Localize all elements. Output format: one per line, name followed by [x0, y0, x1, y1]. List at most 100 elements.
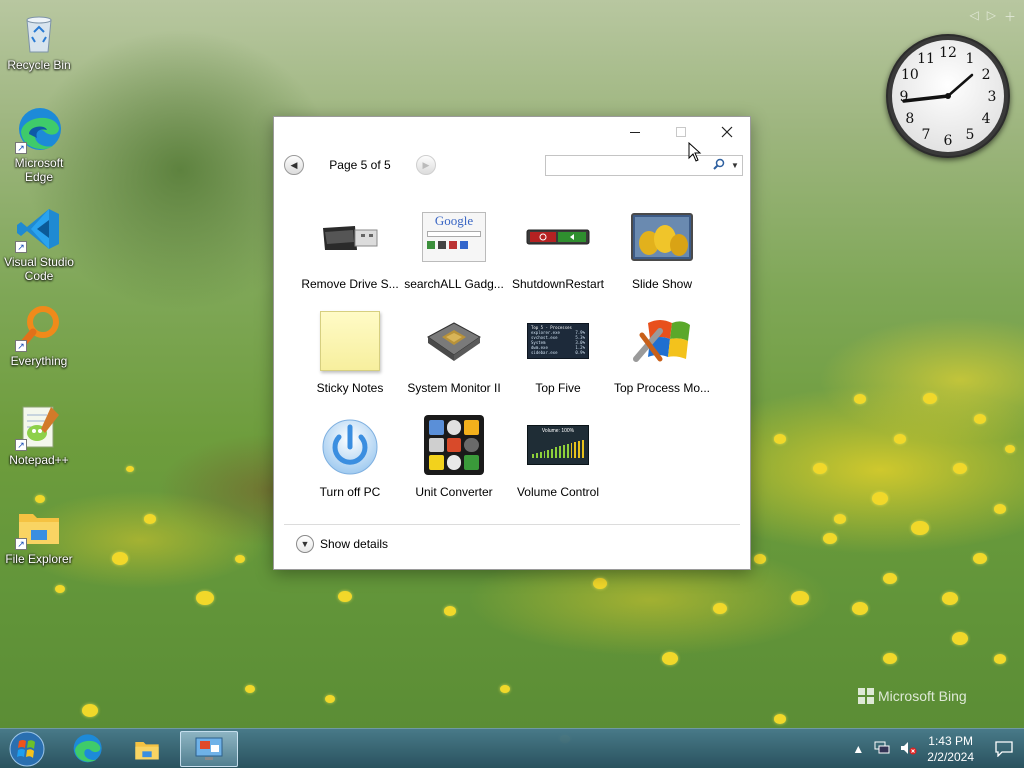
file-explorer-icon: ↗	[15, 502, 63, 550]
sidebar-controls: ◁ ▷ ＋	[970, 8, 1016, 25]
page-indicator: Page 5 of 5	[329, 158, 391, 172]
volume-level-bar	[535, 452, 538, 458]
page-navigator: ◀ Page 5 of 5 ▶	[284, 155, 436, 175]
gadget-search-box: ▼	[545, 155, 743, 176]
volume-level-bar	[532, 454, 534, 458]
taskbar-clock[interactable]: 1:43 PM 2/2/2024	[927, 733, 974, 765]
gadget-item-unit-converter[interactable]: Unit Converter	[402, 413, 506, 517]
taskbar-file-explorer-button[interactable]	[122, 731, 172, 767]
gadget-item-remove-drive[interactable]: Remove Drive S...	[298, 205, 402, 309]
show-hidden-icons-icon[interactable]: ▲	[852, 742, 864, 756]
gadget-gallery-window: ◀ Page 5 of 5 ▶ ▼ Remove Drive S... Goog…	[273, 116, 751, 570]
edge-icon: ↗	[15, 106, 63, 154]
clock-number: 12	[939, 45, 957, 61]
process-monitor-icon	[628, 309, 696, 373]
gadget-label: searchALL Gadg...	[404, 277, 504, 291]
desktop-icon-file-explorer[interactable]: ↗ File Explorer	[0, 502, 78, 566]
gadget-item-sticky-notes[interactable]: Sticky Notes	[298, 309, 402, 413]
gadget-item-shutdownrestart[interactable]: ShutdownRestart	[506, 205, 610, 309]
wallpaper-flower	[952, 632, 968, 645]
recycle-bin-icon	[15, 8, 63, 56]
taskbar-date: 2/2/2024	[927, 750, 974, 764]
desktop-icon-everything[interactable]: ↗ Everything	[0, 304, 78, 368]
notification-icon	[995, 741, 1013, 757]
google-thumb-text: Google	[434, 213, 474, 228]
gadget-label: Unit Converter	[415, 485, 493, 499]
sidebar-add-icon[interactable]: ＋	[1004, 8, 1016, 25]
bing-watermark-text: Microsoft Bing	[878, 688, 967, 704]
gadget-label: System Monitor II	[407, 381, 501, 395]
taskbar-time: 1:43 PM	[928, 734, 973, 748]
volume-level-bar	[570, 443, 573, 458]
wallpaper-flower	[444, 606, 456, 616]
top-five-row: sidebar.exe 0.9%	[531, 350, 585, 355]
show-details-toggle[interactable]: ▼ Show details	[296, 535, 388, 553]
search-icon[interactable]	[710, 158, 728, 173]
unit-converter-icon	[420, 413, 488, 477]
volume-level-bar	[543, 450, 546, 458]
wallpaper-flower	[1005, 445, 1015, 453]
start-button[interactable]	[2, 731, 52, 767]
search-dropdown-icon[interactable]: ▼	[728, 161, 742, 170]
shortcut-arrow-icon: ↗	[15, 241, 27, 253]
wallpaper-flower	[854, 394, 866, 404]
top-five-icon: Top 5 - Processes explorer.exe 7.9% svchos…	[524, 309, 592, 373]
desktop-icon-notepadpp[interactable]: ↗ Notepad++	[0, 403, 78, 467]
taskbar-edge-button[interactable]	[62, 731, 112, 767]
wallpaper-flower	[55, 585, 65, 593]
desktop-icon-label: Recycle Bin	[7, 58, 71, 72]
taskbar-gadgets-button[interactable]	[180, 731, 238, 767]
network-icon[interactable]	[874, 741, 890, 758]
wallpaper-flower	[994, 654, 1006, 664]
gadget-item-slide-show[interactable]: Slide Show	[610, 205, 714, 309]
minimize-icon	[630, 132, 640, 133]
previous-page-button[interactable]: ◀	[284, 155, 304, 175]
volume-level-bar	[551, 448, 554, 458]
wallpaper-flower	[774, 714, 786, 724]
close-button[interactable]	[704, 117, 750, 147]
shortcut-arrow-icon: ↗	[15, 538, 27, 550]
gadget-label: Slide Show	[631, 277, 693, 291]
volume-control-icon: Volume: 100%	[524, 413, 592, 477]
volume-level-bar	[574, 441, 577, 458]
minimize-button[interactable]	[612, 117, 658, 147]
volume-level-bar	[562, 445, 565, 458]
wallpaper-flower	[774, 434, 786, 444]
desktop-icon-label: Visual Studio Code	[4, 255, 74, 283]
shortcut-arrow-icon: ↗	[15, 142, 27, 154]
wallpaper-flower	[834, 514, 846, 524]
clock-number: 10	[901, 67, 919, 83]
desktop-icon-edge[interactable]: ↗ Microsoft Edge	[0, 106, 78, 184]
desktop-icon-vscode[interactable]: ↗ Visual Studio Code	[0, 205, 78, 283]
gadget-grid: Remove Drive S... Google searchALL Gadg.…	[298, 205, 728, 517]
sidebar-prev-icon[interactable]: ◁	[970, 8, 979, 25]
next-page-button[interactable]: ▶	[416, 155, 436, 175]
power-icon	[316, 413, 384, 477]
gadget-item-volume-control[interactable]: Volume: 100% Volume Control	[506, 413, 610, 517]
gadget-search-input[interactable]	[546, 156, 710, 175]
everything-icon: ↗	[15, 304, 63, 352]
vscode-icon: ↗	[15, 205, 63, 253]
bing-watermark: Microsoft Bing	[858, 688, 967, 704]
shortcut-arrow-icon: ↗	[15, 340, 27, 352]
gadget-label: Top Process Mo...	[613, 381, 711, 395]
desktop-icon-recycle-bin[interactable]: Recycle Bin	[0, 8, 78, 72]
gadget-item-system-monitor[interactable]: System Monitor II	[402, 309, 506, 413]
shutdown-restart-icon	[524, 205, 592, 269]
gadget-item-top-process-monitor[interactable]: Top Process Mo...	[610, 309, 714, 413]
arrow-right-icon: ▶	[422, 159, 430, 170]
desktop-icon-label: Microsoft Edge	[14, 156, 64, 184]
action-center-button[interactable]	[984, 741, 1024, 757]
wallpaper-flower	[852, 602, 868, 615]
top-five-rows: explorer.exe 7.9% svchost.exe 5.3% System 3.0…	[531, 330, 585, 355]
clock-gadget[interactable]: 12 1 2 3 4 5 6 7 8 9 10 11	[886, 34, 1010, 158]
notepadpp-icon: ↗	[15, 403, 63, 451]
volume-level-bar	[582, 439, 585, 458]
gadget-item-top-five[interactable]: Top 5 - Processes explorer.exe 7.9% svchos…	[506, 309, 610, 413]
sidebar-next-icon[interactable]: ▷	[987, 8, 996, 25]
gadget-item-searchall[interactable]: Google searchALL Gadg...	[402, 205, 506, 309]
volume-muted-icon[interactable]	[900, 741, 918, 758]
cpu-chip-icon	[420, 309, 488, 373]
top-five-process-value: 0.9%	[575, 350, 585, 355]
gadget-item-turn-off-pc[interactable]: Turn off PC	[298, 413, 402, 517]
